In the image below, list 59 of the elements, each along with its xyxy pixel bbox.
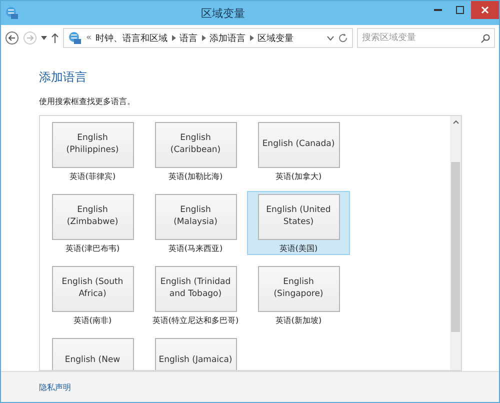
language-item[interactable]: English (Malaysia) 英语(马来西亚) — [144, 191, 247, 255]
language-item[interactable]: English (Zimbabwe) 英语(津巴布韦) — [41, 191, 144, 255]
language-native-name: 英语(菲律宾) — [69, 171, 116, 182]
breadcrumb[interactable]: 区域变量 — [258, 32, 294, 44]
breadcrumb[interactable]: 时钟、语言和区域 — [96, 32, 168, 44]
language-tile[interactable]: English (Canada) — [258, 122, 340, 168]
language-tile[interactable]: English (Philippines) — [52, 122, 134, 168]
language-tile[interactable]: English (Malaysia) — [154, 194, 236, 240]
language-native-name: 英语(新加坡) — [275, 315, 322, 326]
search-icon — [481, 34, 490, 42]
language-native-name: 英语(马来西亚) — [168, 243, 223, 254]
scroll-up-icon[interactable] — [452, 120, 458, 124]
language-tile[interactable]: English (Trinidad and Tobago) — [154, 266, 236, 312]
privacy-link[interactable]: 隐私声明 — [39, 382, 71, 392]
window-title: 区域变量 — [200, 6, 246, 20]
breadcrumb[interactable]: 语言 — [180, 32, 198, 44]
language-tile[interactable]: English (United States) — [258, 194, 340, 240]
language-item[interactable]: English (Philippines) 英语(菲律宾) — [41, 119, 144, 183]
language-tile[interactable]: English (Jamaica) — [154, 338, 236, 370]
maximize-icon — [456, 6, 464, 14]
page-heading: 添加语言 — [39, 69, 88, 86]
control-panel-icon — [68, 31, 82, 45]
app-icon — [5, 6, 19, 20]
language-item[interactable]: English (Canada) 英语(加拿大) — [247, 119, 350, 183]
language-native-name: 英语(加拿大) — [275, 171, 322, 182]
instruction-text: 使用搜索框查找更多语言。 — [39, 96, 136, 107]
selected-language-item[interactable]: English (United States) 英语(美国) — [247, 191, 350, 255]
language-item[interactable]: English (Trinidad and Tobago) 英语(特立尼达和多巴哥) — [144, 263, 247, 327]
language-native-name: 英语(南非) — [73, 315, 112, 326]
overflow-chevron[interactable]: « — [86, 33, 92, 43]
refresh-icon[interactable] — [338, 33, 348, 43]
address-bar[interactable]: « 时钟、语言和区域 语言 添加语言 区域变量 — [63, 28, 353, 48]
language-item[interactable]: English (Caribbean) 英语(加勒比海) — [144, 119, 247, 183]
minimize-icon — [434, 9, 442, 11]
breadcrumb[interactable]: 添加语言 — [210, 32, 246, 44]
language-item[interactable]: English (Jamaica) — [144, 335, 247, 370]
language-tile[interactable]: English (Singapore) — [258, 266, 340, 312]
language-tile[interactable]: English (Caribbean) — [154, 122, 236, 168]
close-icon — [481, 6, 489, 14]
chevron-icon — [250, 35, 254, 41]
dropdown-icon[interactable] — [327, 36, 334, 40]
language-item[interactable]: English (Singapore) 英语(新加坡) — [247, 263, 350, 327]
chevron-icon — [202, 35, 206, 41]
scrollbar-thumb[interactable] — [451, 162, 460, 332]
language-tile[interactable]: English (South Africa) — [52, 266, 134, 312]
language-item[interactable]: English (New — [41, 335, 144, 370]
language-native-name: 英语(特立尼达和多巴哥) — [152, 315, 239, 326]
language-native-name: 英语(加勒比海) — [168, 171, 223, 182]
caret-icon[interactable] — [41, 36, 47, 40]
up-arrow-icon[interactable] — [51, 33, 59, 43]
back-icon[interactable] — [5, 31, 19, 45]
close-button[interactable] — [471, 1, 499, 19]
scrollbar[interactable] — [450, 116, 461, 370]
language-tile[interactable]: English (New — [52, 338, 134, 370]
chevron-icon — [172, 35, 176, 41]
language-tile[interactable]: English (Zimbabwe) — [52, 194, 134, 240]
language-native-name: 英语(美国) — [279, 243, 318, 254]
language-native-name: 英语(津巴布韦) — [65, 243, 120, 254]
language-item[interactable]: English (South Africa) 英语(南非) — [41, 263, 144, 327]
